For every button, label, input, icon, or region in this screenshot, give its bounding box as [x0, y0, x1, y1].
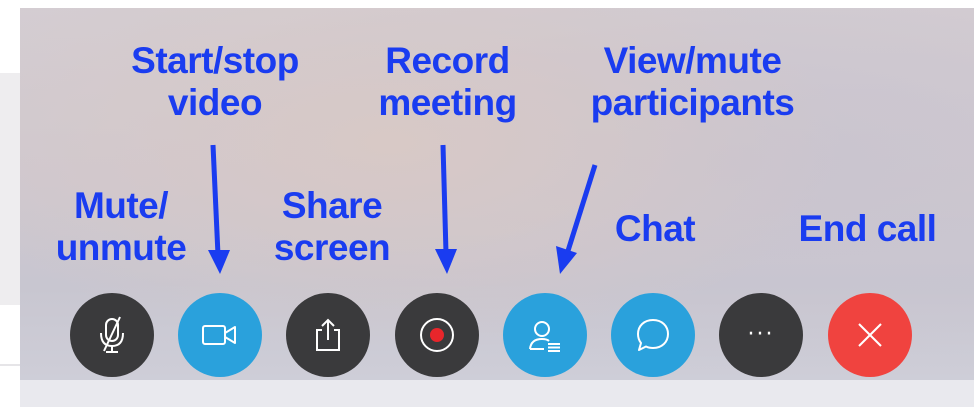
left-edge-shade	[0, 73, 20, 305]
label-line: meeting	[378, 82, 517, 123]
share-screen-button[interactable]	[286, 293, 370, 377]
label-line: View/mute	[603, 40, 782, 81]
label-line: Start/stop	[131, 40, 299, 81]
mic-off-icon	[100, 316, 124, 353]
label-line: video	[167, 82, 263, 123]
record-button[interactable]	[395, 293, 479, 377]
label-line: Chat	[614, 208, 696, 249]
label-line: End call	[798, 208, 937, 249]
label-line: Share	[281, 185, 383, 226]
label-record-meeting: Record meeting	[365, 40, 530, 124]
mute-button[interactable]	[70, 293, 154, 377]
video-camera-icon	[202, 325, 236, 345]
label-chat: Chat	[600, 208, 710, 250]
label-line: screen	[273, 227, 391, 268]
label-start-stop-video: Start/stop video	[120, 40, 310, 124]
label-view-mute-participants: View/mute participants	[575, 40, 810, 124]
share-upload-icon	[316, 318, 340, 351]
label-mute-unmute: Mute/ unmute	[42, 185, 200, 269]
label-end-call: End call	[785, 208, 950, 250]
participants-icon	[529, 321, 560, 352]
record-icon	[420, 318, 454, 352]
chat-button[interactable]	[611, 293, 695, 377]
close-icon	[858, 323, 882, 347]
label-line: Record	[385, 40, 510, 81]
label-line: Mute/	[73, 185, 169, 226]
left-edge-strip	[0, 0, 20, 407]
end-call-button[interactable]	[828, 293, 912, 377]
video-button[interactable]	[178, 293, 262, 377]
label-line: participants	[590, 82, 795, 123]
label-share-screen: Share screen	[262, 185, 402, 269]
label-line: unmute	[55, 227, 187, 268]
more-options-button[interactable]: ···	[719, 293, 803, 377]
toolbar-bottom-strip	[20, 380, 974, 407]
top-margin	[20, 0, 974, 8]
chat-bubble-icon	[637, 319, 669, 351]
left-edge-divider	[0, 364, 20, 366]
more-icon: ···	[747, 322, 775, 347]
participants-button[interactable]	[503, 293, 587, 377]
